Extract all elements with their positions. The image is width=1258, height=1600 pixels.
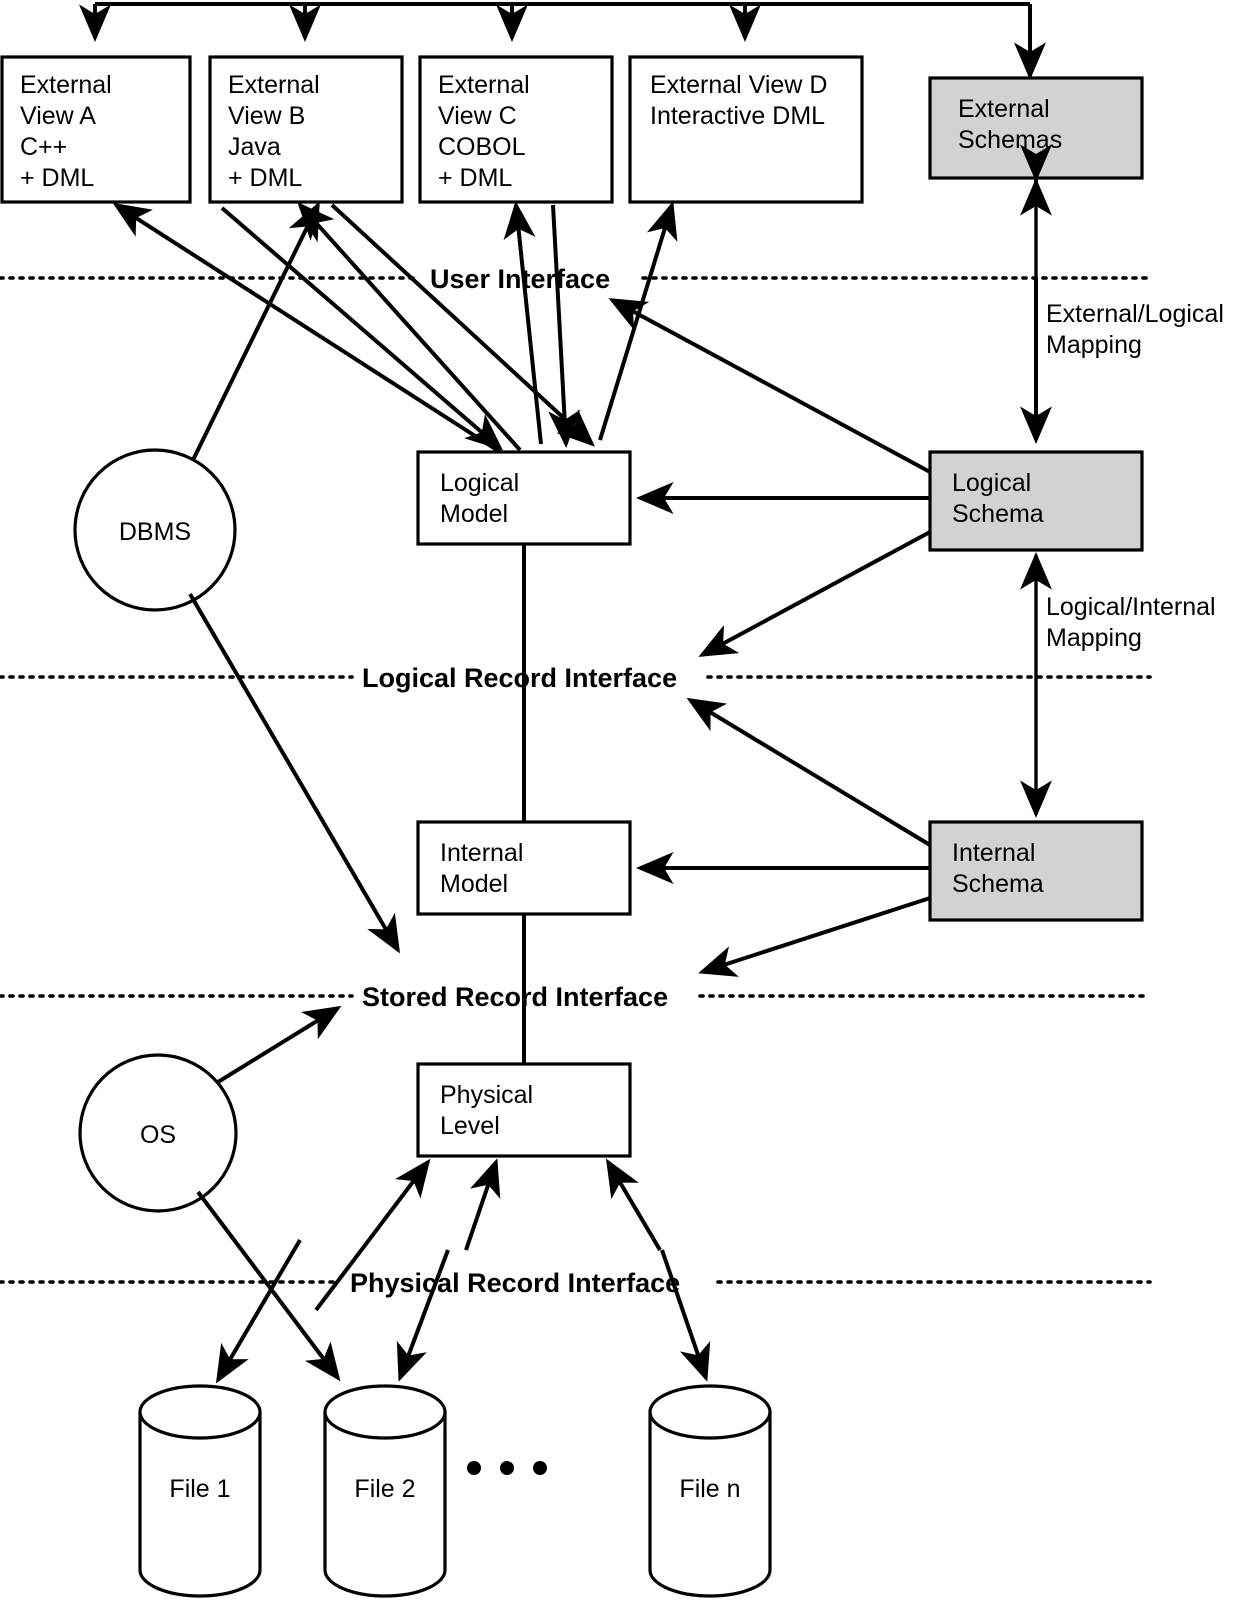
dbms-label: DBMS [119,518,191,546]
physical-record-interface-label: Physical Record Interface [350,1268,680,1298]
external-schemas-line-2: Schemas [958,126,1062,154]
external-view-d-line-2: Interactive DML [650,102,825,130]
stored-record-interface-divider: Stored Record Interface [0,982,1152,1012]
external-logical-mapping-link: External/Logical Mapping [1020,144,1224,445]
external-view-c-box[interactable]: External View C COBOL + DML [418,55,614,204]
physical-level-box[interactable]: Physical Level [416,1062,632,1158]
external-view-b-line-4: + DML [228,164,302,192]
os-links [196,1005,342,1382]
external-view-a-line-3: C++ [20,133,67,161]
external-schemas-box[interactable]: External Schemas [928,76,1144,180]
internal-schema-box[interactable]: Internal Schema [928,820,1144,922]
logical-schema-line-1: Logical [952,469,1031,497]
external-view-c-line-2: View C [438,102,517,130]
logical-schema-links [608,298,931,657]
file-2-label: File 2 [354,1475,415,1503]
dbms-node[interactable]: DBMS [73,448,237,612]
external-view-a-box[interactable]: External View A C++ + DML [0,55,192,204]
external-view-b-line-1: External [228,71,320,99]
logical-model-line-2: Model [440,500,508,528]
internal-schema-links [635,697,932,977]
user-interface-divider: User Interface [0,264,1152,294]
logical-record-interface-label: Logical Record Interface [362,663,677,693]
physical-record-interface-divider: Physical Record Interface [0,1268,1152,1298]
logical-schema-box[interactable]: Logical Schema [928,450,1144,552]
external-schemas-line-1: External [958,95,1050,123]
file-1-label: File 1 [169,1475,230,1503]
os-node[interactable]: OS [78,1053,238,1213]
external-view-c-line-3: COBOL [438,133,526,161]
external-view-d-line-1: External View D [650,71,827,99]
file-n-cylinder[interactable]: File n [648,1384,772,1598]
user-interface-label: User Interface [430,264,610,294]
external-view-c-line-4: + DML [438,164,512,192]
external-view-a-line-2: View A [20,102,96,130]
external-view-b-line-2: View B [228,102,305,130]
external-logical-mapping-line-1: External/Logical [1046,300,1224,328]
diagram-canvas: External View A C++ + DML External View … [0,0,1258,1600]
internal-model-line-2: Model [440,870,508,898]
external-view-a-line-4: + DML [20,164,94,192]
external-view-c-line-1: External [438,71,530,99]
database-architecture-diagram: External View A C++ + DML External View … [0,2,1224,1598]
logical-record-interface-divider: Logical Record Interface [0,663,1152,693]
logical-internal-mapping-link: Logical/Internal Mapping [1020,551,1216,819]
os-label: OS [140,1121,176,1149]
internal-model-line-1: Internal [440,839,523,867]
physical-level-line-2: Level [440,1112,500,1140]
logical-model-box[interactable]: Logical Model [416,450,632,546]
logical-schema-line-2: Schema [952,500,1044,528]
files-ellipsis [467,1461,547,1475]
external-view-b-line-3: Java [228,133,281,161]
external-view-b-box[interactable]: External View B Java + DML [208,55,404,204]
physical-level-line-1: Physical [440,1081,533,1109]
file-n-label: File n [679,1475,740,1503]
internal-model-box[interactable]: Internal Model [416,820,632,916]
stored-record-interface-label: Stored Record Interface [362,982,668,1012]
view-model-links [112,201,678,454]
internal-schema-line-1: Internal [952,839,1035,867]
external-view-d-box[interactable]: External View D Interactive DML [628,55,864,204]
logical-internal-mapping-line-2: Mapping [1046,624,1142,652]
file-1-cylinder[interactable]: File 1 [138,1384,262,1598]
file-2-cylinder[interactable]: File 2 [323,1384,447,1598]
logical-internal-mapping-line-1: Logical/Internal [1046,593,1216,621]
external-logical-mapping-line-2: Mapping [1046,331,1142,359]
external-view-a-line-1: External [20,71,112,99]
internal-schema-line-2: Schema [952,870,1044,898]
logical-model-line-1: Logical [440,469,519,497]
